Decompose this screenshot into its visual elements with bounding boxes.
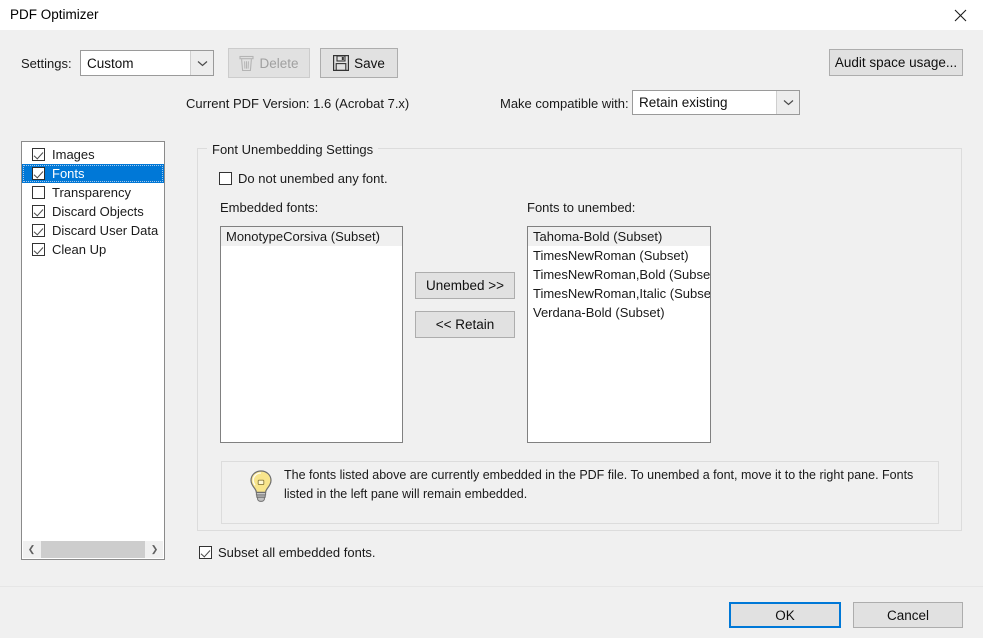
list-item[interactable]: TimesNewRoman (Subset) — [528, 246, 710, 265]
sidebar-item-label: Discard User Data — [52, 223, 159, 238]
settings-category-items: Images Fonts Transparency Discard Objects Di… — [22, 145, 164, 259]
make-compatible-value: Retain existing — [639, 95, 728, 110]
subset-all-embedded-fonts-label: Subset all embedded fonts. — [218, 545, 376, 560]
sidebar-item-fonts[interactable]: Fonts — [22, 164, 164, 183]
settings-dropdown-value: Custom — [87, 55, 134, 71]
checkbox-glyph[interactable] — [32, 186, 45, 199]
close-icon — [954, 9, 966, 21]
cancel-button[interactable]: Cancel — [853, 602, 963, 628]
make-compatible-dropdown[interactable]: Retain existing — [632, 90, 800, 115]
do-not-unembed-checkbox[interactable]: Do not unembed any font. — [219, 171, 388, 186]
sidebar-item-label: Fonts — [52, 166, 85, 181]
delete-settings-button[interactable]: Delete — [228, 48, 310, 78]
close-button[interactable] — [937, 0, 983, 30]
list-item[interactable]: TimesNewRoman,Bold (Subset) — [528, 265, 710, 284]
scrollbar-thumb[interactable] — [41, 541, 145, 558]
checkbox-glyph[interactable] — [32, 167, 45, 180]
audit-space-usage-button[interactable]: Audit space usage... — [829, 49, 963, 76]
sidebar-item-label: Clean Up — [52, 242, 107, 257]
trash-icon — [239, 55, 255, 71]
embedded-fonts-label: Embedded fonts: — [220, 200, 319, 215]
sidebar-item-transparency[interactable]: Transparency — [22, 183, 164, 202]
make-compatible-label: Make compatible with: — [500, 96, 629, 111]
delete-settings-label: Delete — [259, 55, 299, 71]
footer-divider — [0, 586, 983, 587]
checkbox-glyph — [199, 546, 212, 559]
list-item[interactable]: TimesNewRoman,Italic (Subset) — [528, 284, 710, 303]
list-item[interactable]: MonotypeCorsiva (Subset) — [221, 227, 402, 246]
fonts-to-unembed-label: Fonts to unembed: — [527, 200, 636, 215]
font-unembedding-group-title: Font Unembedding Settings — [207, 142, 379, 157]
retain-button[interactable]: << Retain — [415, 311, 515, 338]
chevron-right-icon[interactable]: ❯ — [146, 541, 163, 558]
checkbox-glyph[interactable] — [32, 148, 45, 161]
sidebar-item-label: Discard Objects — [52, 204, 144, 219]
window-title: PDF Optimizer — [10, 7, 99, 22]
chevron-left-icon[interactable]: ❮ — [23, 541, 40, 558]
floppy-disk-icon — [333, 55, 350, 71]
list-item[interactable]: Verdana-Bold (Subset) — [528, 303, 710, 322]
sidebar-horizontal-scrollbar[interactable]: ❮ ❯ — [23, 541, 163, 558]
checkbox-glyph[interactable] — [32, 243, 45, 256]
embedded-fonts-list[interactable]: MonotypeCorsiva (Subset) — [220, 226, 403, 443]
list-item[interactable]: Tahoma-Bold (Subset) — [528, 227, 710, 246]
ok-button[interactable]: OK — [729, 602, 841, 628]
subset-all-embedded-fonts-checkbox[interactable]: Subset all embedded fonts. — [199, 545, 376, 560]
settings-dropdown[interactable]: Custom — [80, 50, 214, 76]
sidebar-item-clean-up[interactable]: Clean Up — [22, 240, 164, 259]
chevron-down-icon — [190, 51, 213, 75]
checkbox-glyph[interactable] — [32, 205, 45, 218]
sidebar-item-label: Images — [52, 147, 95, 162]
sidebar-item-images[interactable]: Images — [22, 145, 164, 164]
save-settings-button[interactable]: Save — [320, 48, 398, 78]
do-not-unembed-label: Do not unembed any font. — [238, 171, 388, 186]
checkbox-glyph — [219, 172, 232, 185]
title-bar: PDF Optimizer — [0, 0, 983, 31]
sidebar-item-label: Transparency — [52, 185, 131, 200]
sidebar-item-discard-objects[interactable]: Discard Objects — [22, 202, 164, 221]
unembed-button[interactable]: Unembed >> — [415, 272, 515, 299]
lightbulb-icon — [246, 468, 276, 504]
fonts-to-unembed-list[interactable]: Tahoma-Bold (Subset) TimesNewRoman (Subse… — [527, 226, 711, 443]
settings-category-list[interactable]: Images Fonts Transparency Discard Objects Di… — [21, 141, 165, 560]
tip-text: The fonts listed above are currently emb… — [284, 468, 914, 501]
chevron-down-icon — [776, 91, 799, 114]
save-settings-label: Save — [354, 55, 385, 71]
settings-label: Settings: — [21, 56, 72, 71]
current-pdf-version: Current PDF Version: 1.6 (Acrobat 7.x) — [186, 96, 410, 111]
checkbox-glyph[interactable] — [32, 224, 45, 237]
sidebar-item-discard-user-data[interactable]: Discard User Data — [22, 221, 164, 240]
